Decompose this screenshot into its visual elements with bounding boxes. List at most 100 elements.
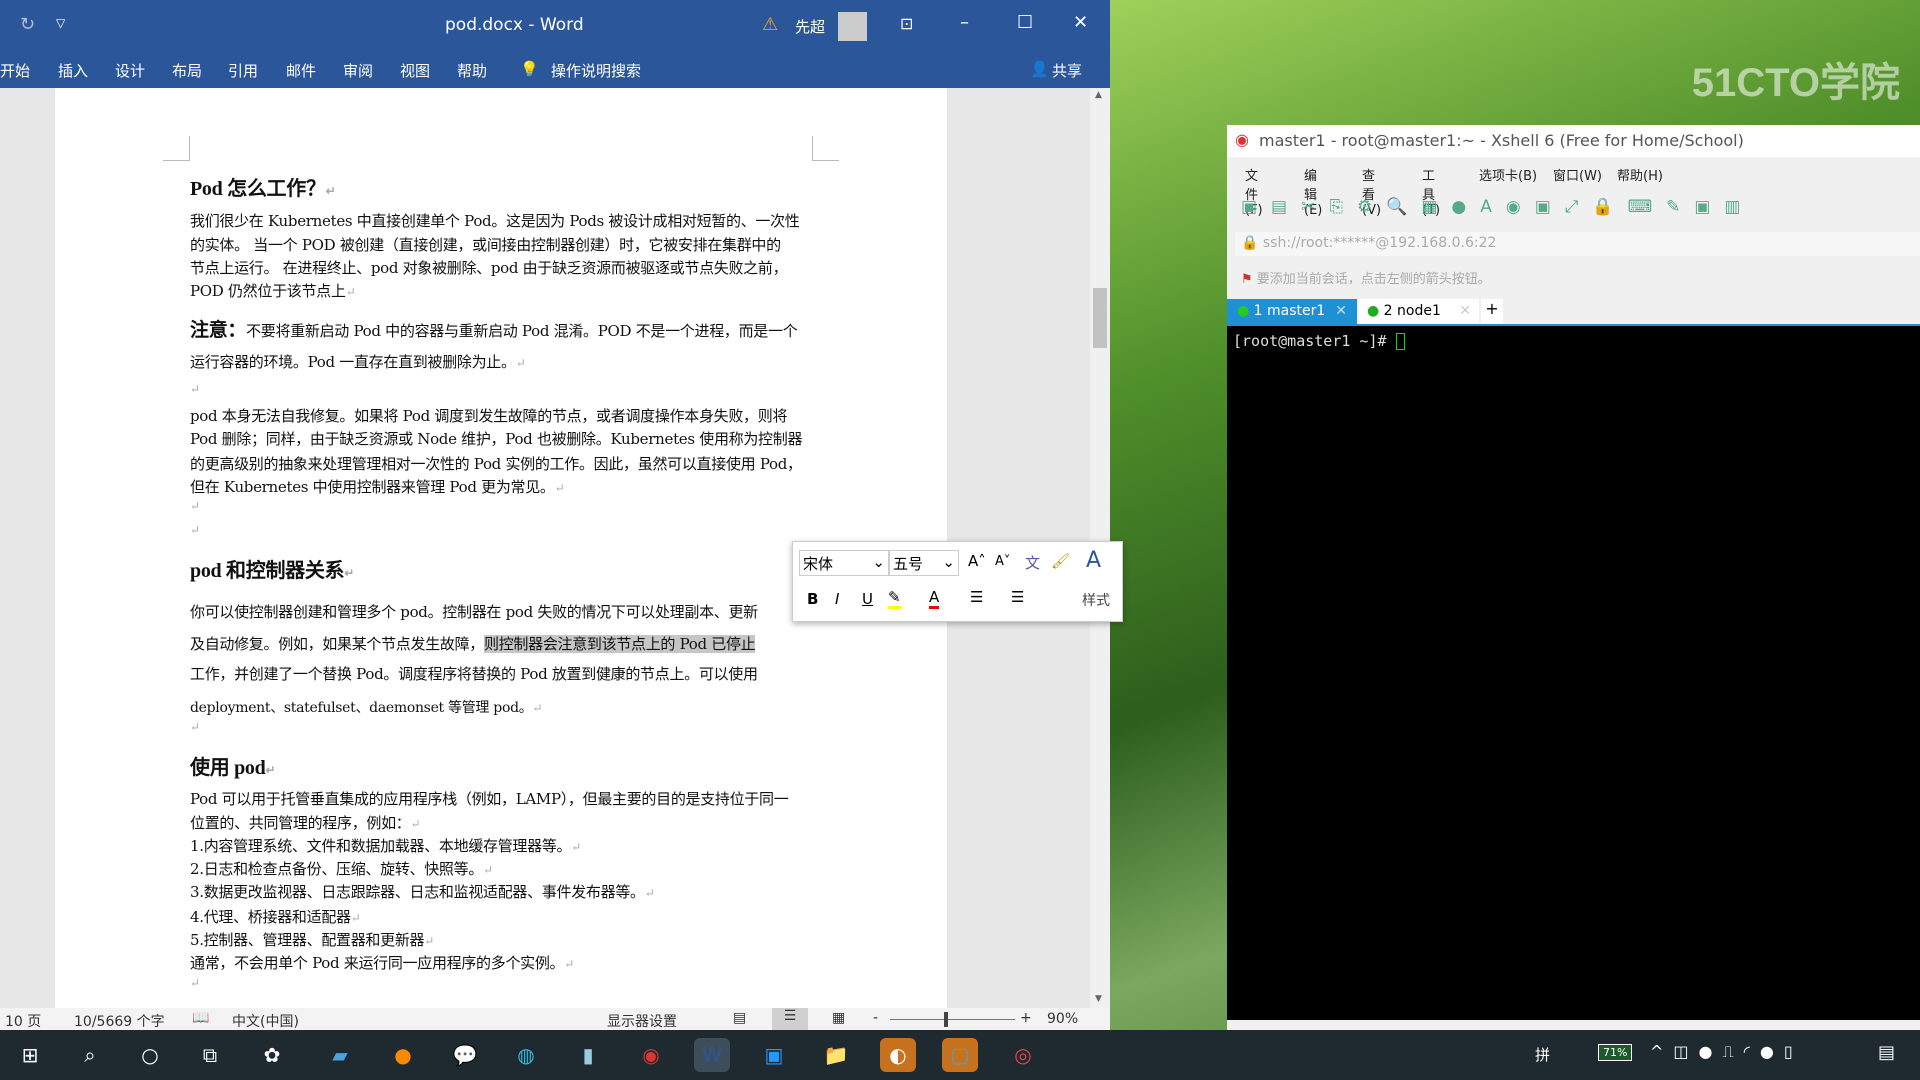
paragraph-line: 通常，不会用单个 Pod 来运行同一应用程序的多个实例。↵ xyxy=(190,954,575,972)
scroll-up-icon[interactable]: ▲ xyxy=(1095,90,1102,100)
page-count[interactable]: 10 页 xyxy=(5,1011,41,1031)
app-icon[interactable]: ▰ xyxy=(322,1038,358,1072)
read-mode-icon[interactable]: ▤ xyxy=(733,1010,746,1026)
zoom-slider-thumb[interactable] xyxy=(944,1012,948,1027)
numbering-icon[interactable]: ☰ xyxy=(1011,588,1024,606)
font-name-select[interactable]: 宋体 ⌄ xyxy=(799,550,889,576)
word-window: ↻ ▽ pod.docx - Word ⚠ 先超 ⊡ – ☐ ✕ 开始 插入 设… xyxy=(0,0,1123,1030)
text-selection[interactable]: 则控制器会注意到该节点上的 Pod 已停止 xyxy=(484,635,756,653)
paragraph-line: 位置的、共同管理的程序，例如：↵ xyxy=(190,814,421,832)
wechat-icon[interactable]: 💬 xyxy=(447,1038,483,1072)
zoom-out-button[interactable]: - xyxy=(873,1010,878,1026)
zoom-level[interactable]: 90% xyxy=(1047,1011,1078,1027)
language[interactable]: 中文(中国) xyxy=(232,1011,299,1031)
word-count[interactable]: 10/5669 个字 xyxy=(74,1011,165,1031)
address-bar[interactable]: 🔒 ssh://root:******@192.168.0.6:22 xyxy=(1235,232,1920,256)
format-painter-icon[interactable]: 🖌 xyxy=(1051,552,1070,570)
tab-insert[interactable]: 插入 xyxy=(58,60,88,81)
tab-references[interactable]: 引用 xyxy=(228,60,258,81)
app-icon[interactable]: ▢ xyxy=(942,1038,978,1072)
maximize-button[interactable]: ☐ xyxy=(1017,12,1033,33)
phonetic-guide-icon[interactable]: 文 xyxy=(1025,552,1040,573)
firefox-icon[interactable]: ● xyxy=(385,1038,421,1072)
app-icon[interactable]: ◍ xyxy=(508,1038,544,1072)
menu-help[interactable]: 帮助(H) xyxy=(1617,165,1663,184)
xshell-window: ◉ master1 - root@master1:~ - Xshell 6 (F… xyxy=(1227,125,1920,1030)
empty-paragraph: ↵ xyxy=(190,976,200,990)
mini-toolbar: 宋体 ⌄ 五号 ⌄ A˄ A˅ 文 🖌 A B I U ✎ A ☰ ☰ 样式 xyxy=(792,541,1123,622)
paragraph-line: pod 本身无法自我修复。如果将 Pod 调度到发生故障的节点，或者调度操作本身… xyxy=(190,407,788,425)
bullets-icon[interactable]: ☰ xyxy=(970,588,983,606)
search-icon[interactable]: ⌕ xyxy=(72,1038,108,1072)
grow-font-icon[interactable]: A˄ xyxy=(968,552,986,570)
tab-view[interactable]: 视图 xyxy=(400,60,430,81)
zoom-in-button[interactable]: + xyxy=(1020,1010,1032,1026)
bold-button[interactable]: B xyxy=(807,590,818,608)
terminal[interactable]: [root@master1 ~]# xyxy=(1227,326,1920,1020)
watermark-logo: 51CTO学院 xyxy=(1691,61,1900,105)
system-tray-icons[interactable]: ^◫●⎍◜●▯ xyxy=(1650,1042,1803,1062)
word-icon[interactable]: W xyxy=(694,1038,730,1072)
tab-node1[interactable]: ● 2 node1 ✕ xyxy=(1359,299,1479,326)
close-button[interactable]: ✕ xyxy=(1073,12,1088,33)
tab-master1[interactable]: ● 1 master1 ✕ xyxy=(1227,299,1357,326)
styles-label[interactable]: 样式 xyxy=(1082,590,1110,610)
xshell-toolbar[interactable]: ▣▤✂⎘⚙🔍▦●A◉▣⤢🔒⌨✎▣▥ xyxy=(1241,197,1754,217)
proofing-icon[interactable]: 📖 xyxy=(192,1010,209,1026)
app-icon[interactable]: ▮ xyxy=(570,1038,606,1072)
font-size-select[interactable]: 五号 ⌄ xyxy=(889,550,959,576)
redo-icon[interactable]: ↻ xyxy=(20,14,35,35)
italic-button[interactable]: I xyxy=(835,590,839,608)
file-explorer-icon[interactable]: 📁 xyxy=(818,1038,854,1072)
battery-indicator[interactable]: 71% xyxy=(1598,1044,1633,1061)
styles-icon[interactable]: A xyxy=(1086,548,1101,573)
underline-button[interactable]: U xyxy=(862,590,873,608)
tab-review[interactable]: 审阅 xyxy=(343,60,373,81)
web-layout-icon[interactable]: ▦ xyxy=(832,1010,845,1026)
warning-icon[interactable]: ⚠ xyxy=(762,14,778,35)
tab-help[interactable]: 帮助 xyxy=(457,60,487,81)
cortana-icon[interactable]: ○ xyxy=(132,1038,168,1072)
paragraph-line: 你可以使控制器创建和管理多个 pod。控制器在 pod 失败的情况下可以处理副本… xyxy=(190,603,758,621)
tab-design[interactable]: 设计 xyxy=(115,60,145,81)
status-bar: 10 页 10/5669 个字 📖 中文(中国) 显示器设置 ▤ ☰ ▦ - +… xyxy=(0,1008,1110,1030)
terminal-cursor xyxy=(1395,333,1405,350)
xshell-logo-icon: ◉ xyxy=(1235,130,1249,149)
app-icon[interactable]: ▣ xyxy=(756,1038,792,1072)
highlight-icon[interactable]: ✎ xyxy=(888,588,901,609)
minimize-button[interactable]: – xyxy=(960,12,969,33)
ribbon-display-icon[interactable]: ⊡ xyxy=(900,14,913,33)
ime-indicator[interactable]: 拼 xyxy=(1535,1044,1550,1065)
menu-tabs[interactable]: 选项卡(B) xyxy=(1479,165,1537,184)
xshell-icon[interactable]: ◉ xyxy=(633,1038,669,1072)
note-line: 注意：不要将重新启动 Pod 中的容器与重新启动 Pod 混淆。POD 不是一个… xyxy=(190,319,798,341)
tab-home[interactable]: 开始 xyxy=(0,60,30,81)
display-settings[interactable]: 显示器设置 xyxy=(607,1011,677,1031)
tell-me-search[interactable]: 操作说明搜索 xyxy=(551,60,641,81)
empty-paragraph: ↵ xyxy=(190,720,200,734)
zoom-slider[interactable] xyxy=(890,1019,1015,1020)
start-icon[interactable]: ⊞ xyxy=(12,1038,48,1072)
ribbon-tabs: 开始 插入 设计 布局 引用 邮件 审阅 视图 帮助 💡 操作说明搜索 👤 共享 xyxy=(0,52,1110,88)
customize-qat-icon[interactable]: ▽ xyxy=(56,16,65,30)
share-button[interactable]: 共享 xyxy=(1052,60,1082,81)
notification-icon[interactable]: ▤ xyxy=(1878,1042,1895,1063)
app-icon[interactable]: ◐ xyxy=(880,1038,916,1072)
print-layout-icon[interactable]: ☰ xyxy=(772,1008,808,1030)
margin-mark xyxy=(812,136,839,161)
app-icon[interactable]: ✿ xyxy=(254,1038,290,1072)
avatar[interactable] xyxy=(838,12,867,41)
font-color-button[interactable]: A xyxy=(929,588,940,609)
scroll-down-icon[interactable]: ▼ xyxy=(1095,994,1102,1004)
list-item: 3.数据更改监视器、日志跟踪器、日志和监视适配器、事件发布器等。↵ xyxy=(190,883,655,901)
tab-mailings[interactable]: 邮件 xyxy=(286,60,316,81)
scrollbar-thumb[interactable] xyxy=(1093,288,1107,348)
user-name[interactable]: 先超 xyxy=(795,16,825,37)
tab-layout[interactable]: 布局 xyxy=(172,60,202,81)
menu-window[interactable]: 窗口(W) xyxy=(1553,165,1602,184)
margin-mark xyxy=(163,136,190,161)
task-view-icon[interactable]: ⧉ xyxy=(192,1038,228,1072)
new-tab-button[interactable]: + xyxy=(1481,299,1503,326)
shrink-font-icon[interactable]: A˅ xyxy=(995,554,1010,569)
chrome-icon[interactable]: ◎ xyxy=(1005,1038,1041,1072)
